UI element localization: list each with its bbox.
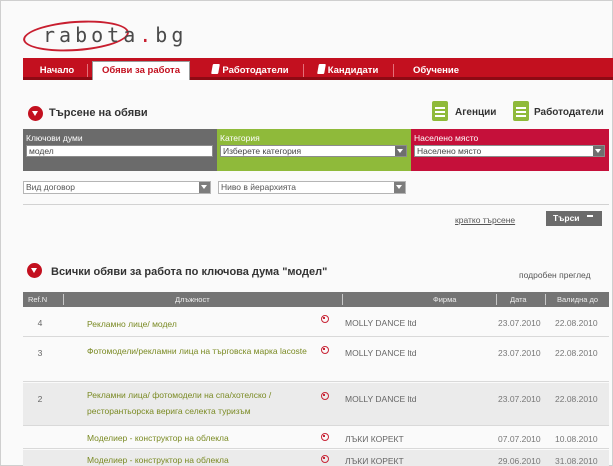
category-label: Категория — [220, 133, 260, 143]
keywords-panel: Ключови думи модел — [23, 129, 217, 171]
hierarchy-level-select[interactable]: Ниво в йерархията — [218, 181, 406, 194]
column-header-ref[interactable]: Ref.N — [28, 292, 47, 307]
valid-until: 31.08.2010 — [555, 456, 598, 466]
position-link[interactable]: Рекламни лица/ фотомодели на спа/хотелск… — [87, 387, 317, 419]
keywords-input[interactable]: модел — [26, 145, 213, 157]
column-header-date[interactable]: Дата — [510, 292, 527, 307]
valid-until: 10.08.2010 — [555, 434, 598, 444]
quick-search-link[interactable]: кратко търсене — [455, 215, 515, 225]
tab-employers[interactable]: Работодатели — [203, 62, 298, 80]
pin-icon[interactable] — [320, 432, 329, 441]
employers-link[interactable]: Работодатели — [534, 107, 604, 118]
table-row: 2 Рекламни лица/ фотомодели на спа/хотел… — [23, 383, 609, 426]
location-select[interactable]: Населено място — [414, 145, 605, 157]
company-name: MOLLY DANCE ltd — [345, 394, 417, 404]
pin-icon[interactable] — [320, 454, 329, 463]
pin-icon[interactable] — [320, 314, 329, 323]
search-section-title: Търсене на обяви — [49, 107, 148, 119]
chevron-down-icon — [199, 182, 210, 193]
search-button[interactable]: Търси — [546, 211, 602, 226]
pin-icon[interactable] — [320, 345, 329, 354]
table-row: 3 Фотомодели/рекламни лица на търговска … — [23, 338, 609, 382]
table-row: Моделиер - конструктор на облекла ЛЪКИ К… — [23, 427, 609, 449]
nav-divider — [393, 64, 394, 77]
arrow-icon — [587, 215, 593, 217]
valid-until: 22.08.2010 — [555, 348, 598, 358]
main-nav: Начало Обяви за работа Работодатели Канд… — [23, 58, 613, 80]
chevron-down-circle-icon — [27, 263, 42, 278]
ref-number: 3 — [37, 348, 43, 358]
employers-icon — [211, 64, 221, 74]
posting-date: 23.07.2010 — [498, 318, 541, 328]
agencies-icon[interactable] — [432, 101, 448, 121]
employers-icon[interactable] — [513, 101, 529, 121]
site-logo[interactable]: rabota.bg — [22, 15, 183, 55]
tab-home[interactable]: Начало — [31, 62, 83, 80]
page-frame: rabota.bg Начало Обяви за работа Работод… — [0, 0, 613, 466]
tab-candidates[interactable]: Кандидати — [309, 62, 387, 80]
tab-job-ads[interactable]: Обяви за работа — [92, 61, 190, 80]
category-select[interactable]: Изберете категория — [220, 145, 407, 157]
table-row: Моделиер - конструктор на облекла ЛЪКИ К… — [23, 450, 609, 466]
position-link[interactable]: Рекламно лице/ модел — [87, 316, 317, 332]
company-name: MOLLY DANCE ltd — [345, 318, 417, 328]
table-row: 4 Рекламно лице/ модел MOLLY DANCE ltd 2… — [23, 307, 609, 337]
nav-divider — [303, 64, 304, 77]
chevron-down-icon — [593, 146, 604, 156]
keywords-label: Ключови думи — [26, 133, 83, 143]
posting-date: 23.07.2010 — [498, 394, 541, 404]
column-divider — [342, 294, 343, 305]
company-name: MOLLY DANCE ltd — [345, 348, 417, 358]
results-title: Всички обяви за работа по ключова дума "… — [51, 266, 328, 278]
position-link[interactable]: Моделиер - конструктор на облекла — [87, 452, 317, 466]
chevron-down-circle-icon — [28, 106, 43, 121]
chevron-down-icon — [395, 146, 406, 156]
position-link[interactable]: Моделиер - конструктор на облекла — [87, 430, 317, 446]
column-divider — [63, 294, 64, 305]
chevron-down-icon — [394, 182, 405, 193]
divider — [23, 204, 609, 205]
category-panel: Категория Изберете категория — [217, 129, 411, 171]
valid-until: 22.08.2010 — [555, 318, 598, 328]
candidates-icon — [316, 64, 326, 74]
detail-view-link[interactable]: подробен преглед — [519, 270, 591, 280]
agencies-link[interactable]: Агенции — [455, 107, 496, 118]
valid-until: 22.08.2010 — [555, 394, 598, 404]
company-name: ЛЪКИ КОРЕКТ — [345, 434, 404, 444]
contract-type-select[interactable]: Вид договор — [23, 181, 211, 194]
tab-training[interactable]: Обучение — [401, 62, 471, 80]
column-header-company[interactable]: Фирма — [433, 292, 456, 307]
position-link[interactable]: Фотомодели/рекламни лица на търговска ма… — [87, 343, 317, 359]
nav-divider — [87, 64, 88, 77]
table-header: Ref.N Длъжност Фирма Дата Валидна до — [23, 292, 609, 307]
column-header-position[interactable]: Длъжност — [175, 292, 210, 307]
ref-number: 4 — [37, 318, 43, 328]
column-divider — [545, 294, 546, 305]
company-name: ЛЪКИ КОРЕКТ — [345, 456, 404, 466]
pin-icon[interactable] — [320, 391, 329, 400]
logo-text: rabota.bg — [43, 23, 188, 47]
column-divider — [496, 294, 497, 305]
posting-date: 07.07.2010 — [498, 434, 541, 444]
posting-date: 29.06.2010 — [498, 456, 541, 466]
posting-date: 23.07.2010 — [498, 348, 541, 358]
location-label: Населено място — [414, 133, 479, 143]
column-header-valid-until[interactable]: Валидна до — [557, 292, 598, 307]
ref-number: 2 — [37, 394, 43, 404]
location-panel: Населено място Населено място — [411, 129, 609, 171]
